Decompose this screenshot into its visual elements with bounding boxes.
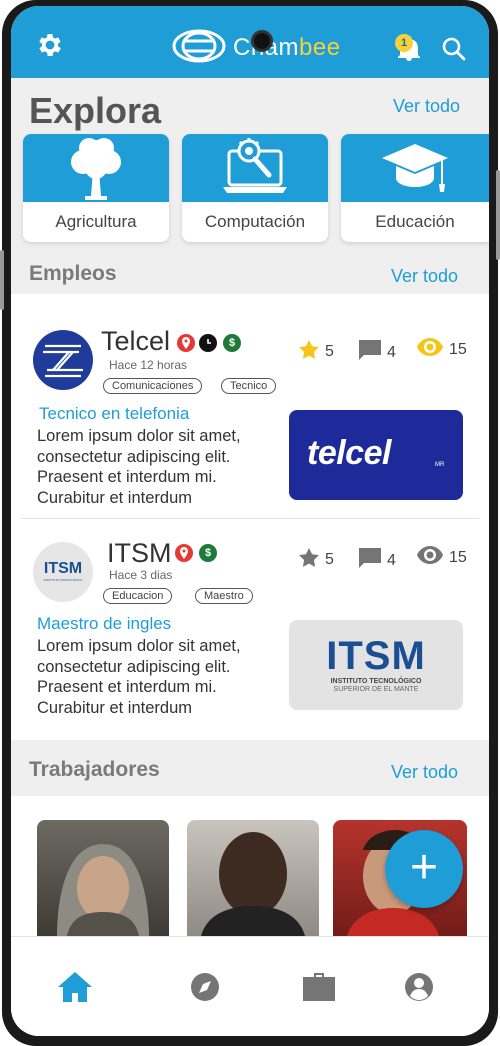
- star-icon: [299, 548, 319, 572]
- category-card-computacion[interactable]: Computación: [182, 134, 328, 242]
- eye-icon: [417, 546, 443, 569]
- location-pin-icon: [175, 544, 193, 562]
- category-label: Computación: [204, 212, 306, 231]
- compass-icon[interactable]: [187, 969, 223, 1005]
- job-title[interactable]: Maestro de ingles: [37, 614, 171, 634]
- job-card[interactable]: ITSM INSTITUTO TECNOLÓGICO ITSM $ Hace 3…: [11, 522, 489, 732]
- comments-stat[interactable]: 4: [359, 340, 396, 365]
- jobs-list: Telcel $ Hace 12 horas Comunicaciones Te…: [11, 294, 489, 740]
- comment-icon: [359, 340, 381, 365]
- job-title[interactable]: Tecnico en telefonia: [39, 404, 189, 424]
- tree-icon: [23, 134, 169, 202]
- phone-screen: Chambee 1 Explora Ver todo: [11, 6, 489, 1036]
- itsm-logo-text: ITSM: [326, 634, 426, 678]
- comment-icon: [359, 548, 381, 573]
- company-avatar: ITSM INSTITUTO TECNOLÓGICO: [33, 542, 93, 602]
- job-card[interactable]: Telcel $ Hace 12 horas Comunicaciones Te…: [11, 294, 489, 507]
- job-time: Hace 12 horas: [109, 358, 188, 372]
- laptop-gear-icon: [182, 134, 328, 202]
- trabajadores-title: Trabajadores: [29, 758, 160, 781]
- phone-frame: Chambee 1 Explora Ver todo: [0, 0, 500, 1046]
- graduation-cap-icon: [341, 134, 489, 202]
- job-tag[interactable]: Comunicaciones: [103, 378, 203, 394]
- empleos-title: Empleos: [29, 262, 117, 285]
- search-icon[interactable]: [441, 36, 467, 67]
- front-camera: [251, 30, 273, 52]
- power-button: [496, 170, 500, 260]
- telcel-logo-mark: MR: [435, 462, 445, 468]
- notification-badge: 1: [395, 34, 413, 52]
- eye-icon: [417, 338, 443, 361]
- worker-photo[interactable]: [37, 820, 169, 936]
- comments-stat[interactable]: 4: [359, 548, 396, 573]
- app-screen: Chambee 1 Explora Ver todo: [11, 6, 489, 1036]
- star-icon: [299, 340, 319, 364]
- job-image[interactable]: telcel MR: [289, 410, 463, 500]
- category-label: Agricultura: [55, 212, 137, 231]
- company-avatar: [33, 330, 93, 390]
- category-card-educacion[interactable]: Educación: [341, 134, 489, 242]
- explora-ver-todo-link[interactable]: Ver todo: [393, 96, 460, 117]
- home-icon[interactable]: [57, 969, 93, 1005]
- rating-stat: 5: [299, 340, 334, 364]
- empleos-ver-todo-link[interactable]: Ver todo: [391, 266, 458, 287]
- company-name: ITSM: [107, 538, 172, 568]
- views-stat: 15: [417, 338, 467, 361]
- views-stat: 15: [417, 546, 467, 569]
- gear-icon[interactable]: [35, 30, 65, 65]
- top-app-bar: Chambee 1: [11, 6, 489, 78]
- job-tag[interactable]: Maestro: [195, 588, 253, 604]
- divider: [21, 518, 479, 519]
- app-name: Chambee: [233, 34, 341, 61]
- profile-icon[interactable]: [401, 969, 437, 1005]
- telcel-logo-text: telcel: [307, 434, 391, 472]
- location-pin-icon: [177, 334, 195, 352]
- hive-logo-icon: [171, 28, 227, 69]
- company-name: Telcel: [101, 326, 171, 356]
- volume-button: [0, 250, 4, 310]
- job-tag[interactable]: Educacion: [103, 588, 173, 604]
- job-description: Lorem ipsum dolor sit amet, consectetur …: [37, 637, 241, 717]
- itsm-logo-subtitle-2: SUPERIOR DE EL MANTE: [333, 686, 419, 693]
- worker-photo[interactable]: [187, 820, 319, 936]
- trabajadores-ver-todo-link[interactable]: Ver todo: [391, 762, 458, 783]
- job-tag[interactable]: Tecnico: [221, 378, 277, 394]
- dollar-icon: $: [199, 544, 217, 562]
- explora-title: Explora: [29, 90, 162, 131]
- dollar-icon: $: [223, 334, 241, 352]
- job-time: Hace 3 dias: [109, 568, 173, 582]
- briefcase-icon[interactable]: [301, 969, 337, 1005]
- job-description: Lorem ipsum dolor sit amet, consectetur …: [37, 427, 241, 507]
- rating-stat: 5: [299, 548, 334, 572]
- job-image[interactable]: ITSM INSTITUTO TECNOLÓGICO SUPERIOR DE E…: [289, 620, 463, 710]
- itsm-logo-subtitle: INSTITUTO TECNOLÓGICO: [330, 678, 422, 685]
- category-card-agricultura[interactable]: Agricultura: [23, 134, 169, 242]
- add-button[interactable]: +: [385, 830, 463, 908]
- category-label: Educación: [375, 212, 455, 231]
- clock-icon: [199, 334, 217, 352]
- bottom-navigation: [11, 936, 489, 1036]
